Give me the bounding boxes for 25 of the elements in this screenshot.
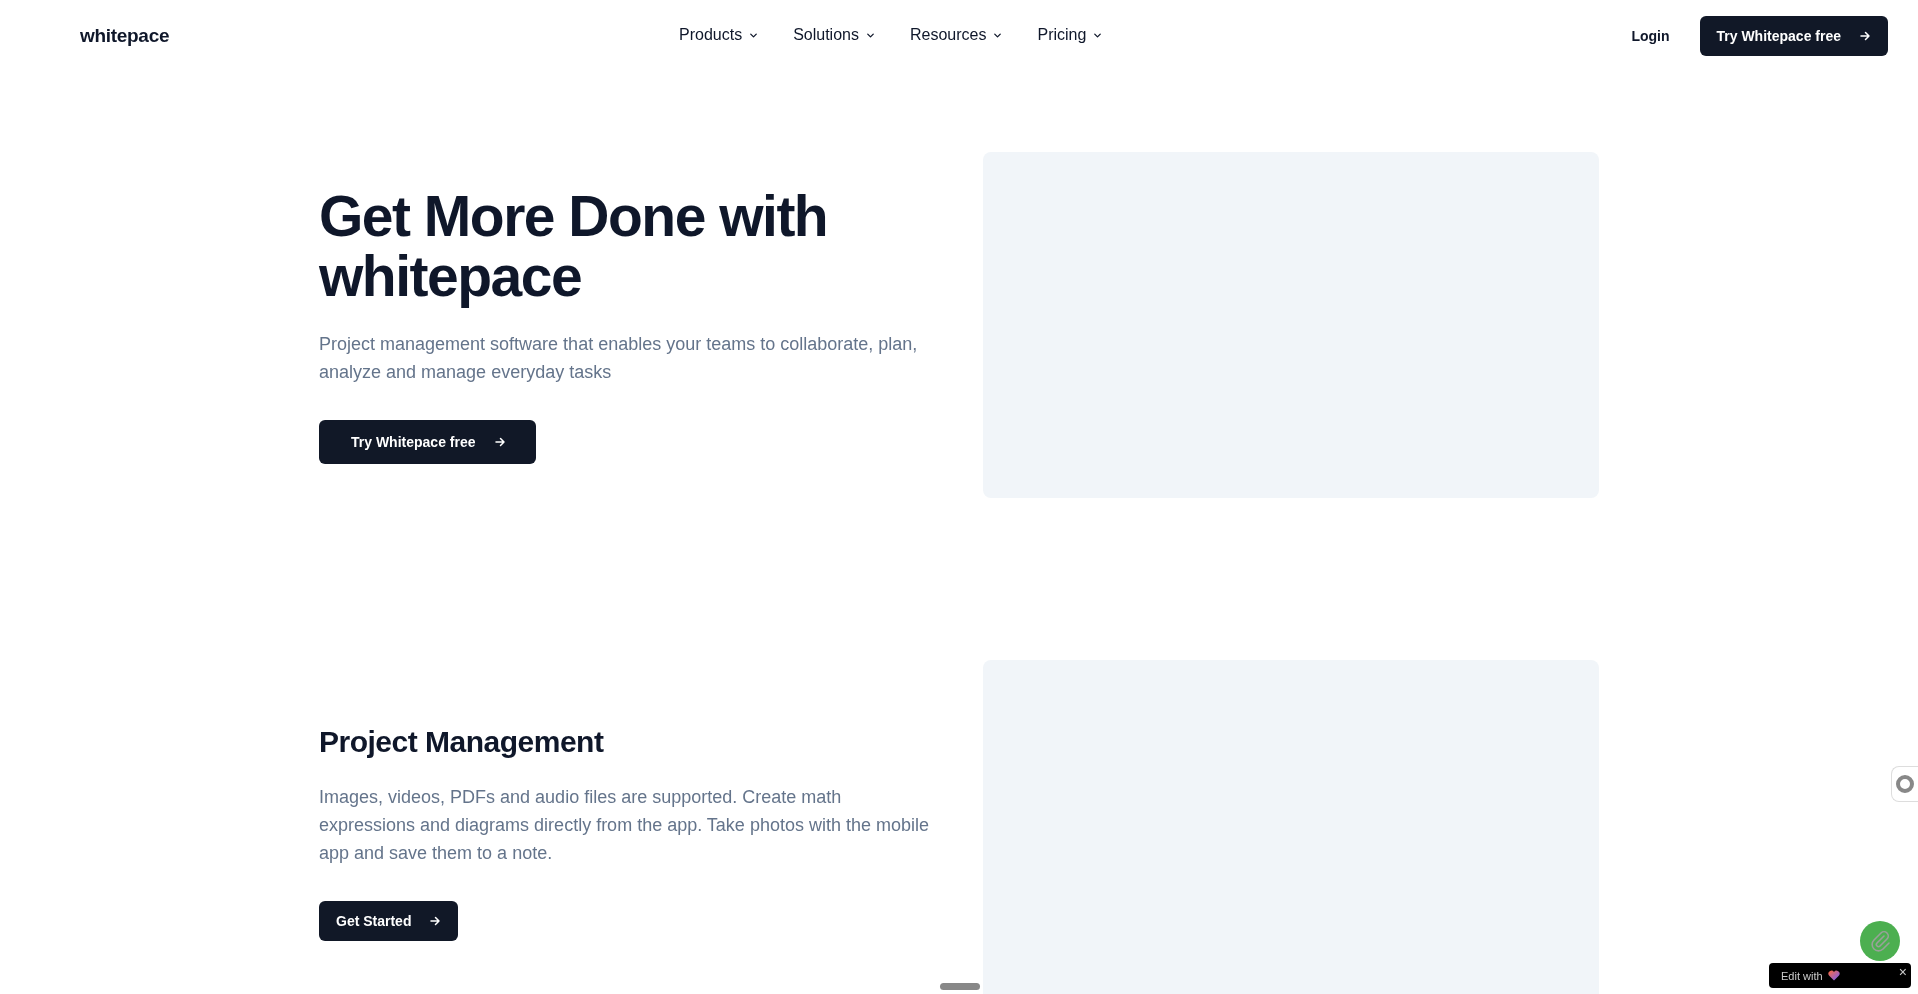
hero-heading: Get More Done with whitepace <box>319 186 829 306</box>
heart-icon <box>1827 970 1840 981</box>
arrow-right-icon <box>429 915 442 927</box>
arrow-right-icon <box>493 436 506 448</box>
nav-menu-item[interactable]: Products <box>679 26 760 44</box>
close-button[interactable]: × <box>1898 965 1907 979</box>
scroll-handle[interactable] <box>940 983 980 990</box>
get-started-button[interactable]: Get Started <box>319 901 459 941</box>
section-heading: Project Management <box>319 725 605 759</box>
side-widget-button[interactable] <box>1891 766 1918 802</box>
arrow-right-icon <box>1859 30 1871 42</box>
login-link[interactable]: Login <box>1631 28 1670 44</box>
edit-badge[interactable]: Edit with × <box>1769 963 1911 988</box>
badge-label: Edit with <box>1781 969 1823 982</box>
nav-menu-item[interactable]: Pricing <box>1037 26 1104 44</box>
attach-button[interactable] <box>1860 921 1900 961</box>
try-free-button[interactable]: Try Whitepace free <box>1699 16 1888 56</box>
section-description: Images, videos, PDFs and audio files are supported. Create math expressions and diagrams directly from the app. Take photos with the mobile app and save them to a note. <box>319 786 930 865</box>
logo[interactable]: whitepace <box>80 25 170 47</box>
paperclip-icon <box>1868 929 1892 953</box>
nav-menu-item[interactable]: Solutions <box>793 26 876 44</box>
ring-icon <box>1895 774 1915 794</box>
hero-description: Project management software that enables your teams to collaborate, plan, analyze and manage everyday tasks <box>319 333 919 384</box>
try-free-button[interactable]: Try Whitepace free <box>319 420 536 464</box>
nav-menu-item[interactable]: Resources <box>909 26 1004 44</box>
